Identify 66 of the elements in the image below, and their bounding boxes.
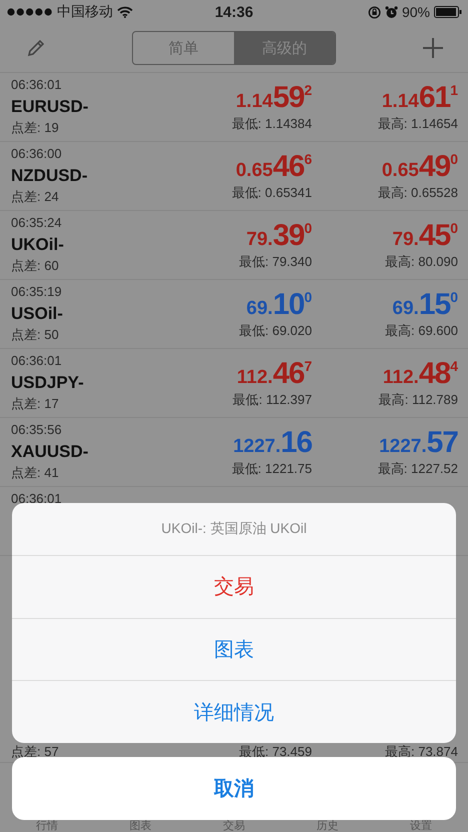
high-price: 最高: 80.090	[385, 253, 458, 270]
pencil-icon[interactable]	[26, 38, 46, 58]
spread-text: 点差: 57	[11, 742, 60, 760]
symbol-name[interactable]: XAUUSD-	[11, 440, 162, 464]
segment-tab[interactable]: 简单	[133, 32, 234, 64]
high-price: 最高: 112.789	[378, 391, 458, 408]
wifi-icon	[117, 6, 133, 18]
bid-price: 69.10$^{0}$	[246, 288, 312, 322]
high-price: 最高: 69.600	[385, 322, 458, 339]
action-button[interactable]: 详细情况	[12, 681, 456, 743]
high-price: 最高: 0.65528	[378, 184, 458, 201]
spread-text: 点差: 50	[11, 326, 60, 343]
signal-icon	[7, 8, 53, 16]
cancel-button[interactable]: 取消	[12, 757, 456, 820]
quote-time: 06:36:01	[11, 77, 63, 93]
bid-price: 1.1459$^{2}$	[236, 81, 312, 115]
status-time: 14:36	[214, 4, 254, 20]
alarm-icon	[384, 6, 398, 18]
tab-bar-item[interactable]: 设置	[410, 820, 432, 832]
symbol-name[interactable]: UKOil-	[11, 233, 162, 257]
sheet-title: UKOil-: 英国原油 UKOil	[12, 503, 456, 556]
high-price: 最高: 1.14654	[378, 115, 458, 132]
rotation-lock-icon	[368, 6, 381, 18]
tab-bar-item[interactable]: 图表	[129, 820, 152, 832]
low-price: 最低: 0.65341	[232, 184, 312, 201]
spread-text: 点差: 24	[11, 188, 60, 205]
ask-price: 79.45$^{0}$	[392, 219, 458, 253]
action-button[interactable]: 图表	[12, 618, 456, 682]
spread-text: 点差: 19	[11, 119, 60, 136]
spread-text: 点差: 41	[11, 464, 60, 481]
symbol-name[interactable]: USOil-	[11, 302, 162, 326]
action-button[interactable]: 交易	[12, 556, 456, 619]
high-price: 最高: 1227.52	[378, 460, 458, 477]
symbol-name[interactable]: USDJPY-	[11, 371, 162, 395]
bid-price: 79.39$^{0}$	[246, 219, 312, 253]
bid-price: 112.46$^{7}$	[236, 357, 312, 391]
ask-price: 0.6549$^{0}$	[382, 150, 458, 184]
tab-bar-item[interactable]: 交易	[222, 820, 245, 832]
quote-time: 06:36:01	[11, 353, 63, 369]
low-price: 最低: 73.459	[238, 742, 312, 760]
quote-time: 06:36:00	[11, 146, 63, 162]
carrier-name: 中国移动	[57, 3, 113, 21]
symbol-name[interactable]: EURUSD-	[11, 95, 162, 119]
quote-time: 06:35:24	[11, 215, 63, 231]
symbol-name[interactable]: NZDUSD-	[11, 164, 162, 188]
ask-price: 69.15$^{0}$	[392, 288, 458, 322]
low-price: 最低: 69.020	[239, 322, 312, 339]
high-price: 最高: 73.874	[384, 742, 458, 760]
add-icon[interactable]	[422, 37, 444, 59]
ask-price: 1.1461$^{1}$	[382, 81, 458, 115]
low-price: 最低: 1.14384	[232, 115, 312, 132]
bid-price: 0.6546$^{6}$	[236, 150, 312, 184]
low-price: 最低: 112.397	[232, 391, 312, 408]
spread-text: 点差: 60	[11, 257, 60, 274]
spread-text: 点差: 17	[11, 395, 60, 412]
quote-time: 06:35:19	[11, 284, 63, 300]
ask-price: 1227.57	[379, 426, 458, 460]
low-price: 最低: 1221.75	[232, 460, 312, 477]
bid-price: 1227.16	[233, 426, 312, 460]
tab-bar-item[interactable]: 行情	[36, 820, 58, 832]
battery-percent: 90%	[402, 4, 430, 20]
low-price: 最低: 79.340	[239, 253, 312, 270]
tab-bar-item[interactable]: 历史	[316, 820, 339, 832]
quote-time: 06:35:56	[11, 422, 63, 438]
battery-icon	[434, 6, 462, 18]
ask-price: 112.48$^{4}$	[382, 357, 458, 391]
